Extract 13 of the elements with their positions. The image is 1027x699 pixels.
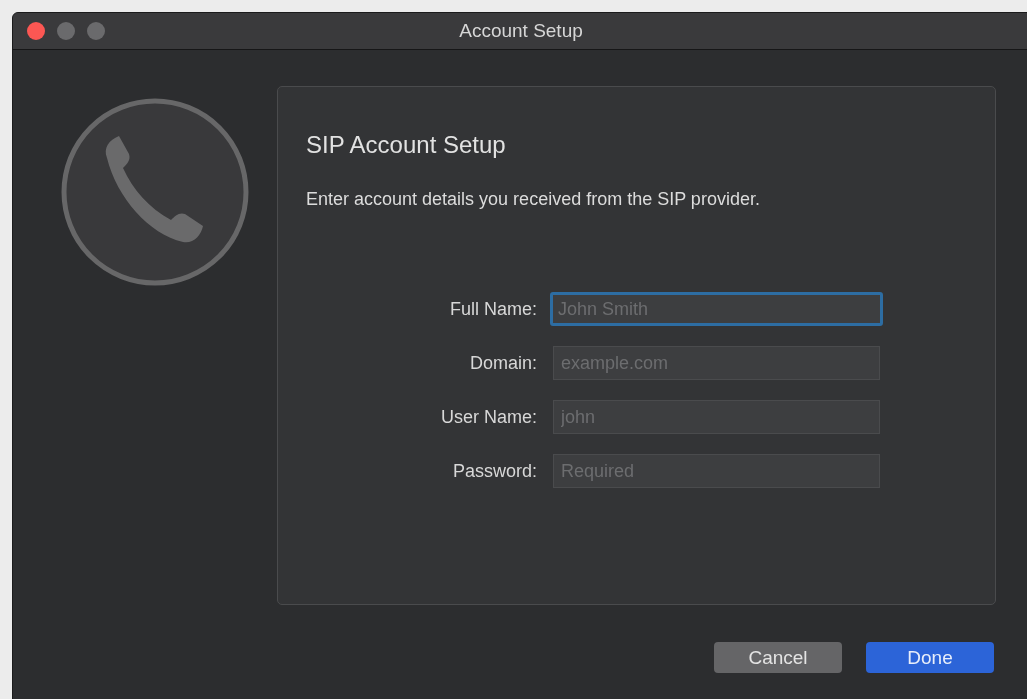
window-title: Account Setup <box>459 20 583 42</box>
field-label: User Name: <box>439 406 537 428</box>
panel-title: SIP Account Setup <box>306 131 507 159</box>
window-zoom-button[interactable] <box>87 22 105 40</box>
phone-icon <box>61 98 249 286</box>
panel-description: Enter account details you received from the SIP provider. <box>306 189 761 210</box>
field-label: Full Name: <box>448 298 537 320</box>
window-close-button[interactable] <box>27 22 45 40</box>
done-button[interactable]: Done <box>866 642 994 673</box>
window-minimize-button[interactable] <box>57 22 75 40</box>
cancel-button[interactable]: Cancel <box>714 642 842 673</box>
field-label: Password: <box>451 460 537 482</box>
field-label: Domain: <box>468 352 537 374</box>
